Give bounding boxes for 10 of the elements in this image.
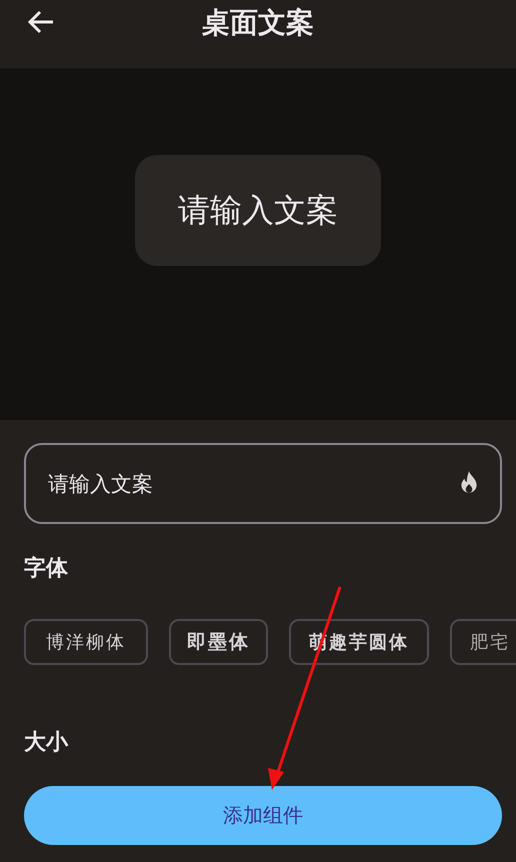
section-heading: 大小 <box>24 729 70 757</box>
text-input-field[interactable]: 请输入文案 <box>24 443 502 524</box>
font-chip[interactable]: 即墨体 <box>169 619 268 665</box>
add-widget-button[interactable]: 添加组件 <box>24 786 502 845</box>
back-icon[interactable] <box>27 10 55 34</box>
section-heading: 字体 <box>24 554 69 583</box>
preview-card: 请输入文案 <box>135 155 381 266</box>
font-chip[interactable]: 肥宅 <box>450 619 516 665</box>
font-chip[interactable]: 博洋柳体 <box>24 619 148 665</box>
page-title: 桌面文案 <box>202 5 314 41</box>
